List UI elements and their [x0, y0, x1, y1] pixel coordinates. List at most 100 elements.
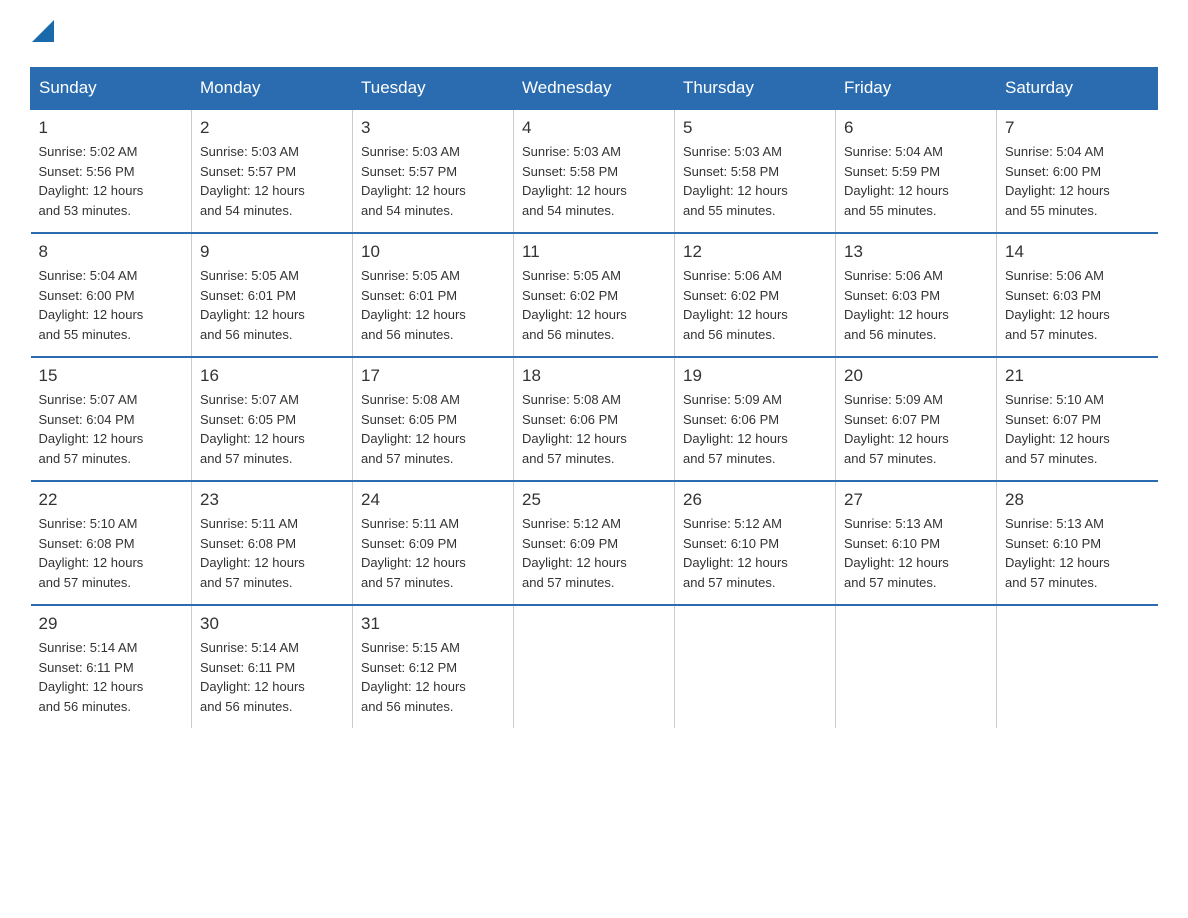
day-info: Sunrise: 5:06 AMSunset: 6:03 PMDaylight:…	[1005, 266, 1150, 344]
day-info: Sunrise: 5:02 AMSunset: 5:56 PMDaylight:…	[39, 142, 184, 220]
header-sunday: Sunday	[31, 68, 192, 110]
day-info: Sunrise: 5:03 AMSunset: 5:57 PMDaylight:…	[200, 142, 344, 220]
day-cell: 19 Sunrise: 5:09 AMSunset: 6:06 PMDayligh…	[675, 357, 836, 481]
day-cell: 28 Sunrise: 5:13 AMSunset: 6:10 PMDayligh…	[997, 481, 1158, 605]
day-cell	[514, 605, 675, 728]
week-row-2: 8 Sunrise: 5:04 AMSunset: 6:00 PMDaylight…	[31, 233, 1158, 357]
day-number: 19	[683, 366, 827, 386]
header-monday: Monday	[192, 68, 353, 110]
day-number: 22	[39, 490, 184, 510]
day-number: 6	[844, 118, 988, 138]
day-cell: 26Sunrise: 5:12 AMSunset: 6:10 PMDayligh…	[675, 481, 836, 605]
day-number: 17	[361, 366, 505, 386]
day-number: 16	[200, 366, 344, 386]
day-info: Sunrise: 5:09 AMSunset: 6:07 PMDaylight:…	[844, 390, 988, 468]
day-info: Sunrise: 5:03 AMSunset: 5:57 PMDaylight:…	[361, 142, 505, 220]
day-info: Sunrise: 5:04 AMSunset: 5:59 PMDaylight:…	[844, 142, 988, 220]
day-info: Sunrise: 5:10 AMSunset: 6:07 PMDaylight:…	[1005, 390, 1150, 468]
day-cell: 29 Sunrise: 5:14 AMSunset: 6:11 PMDayligh…	[31, 605, 192, 728]
day-cell: 5 Sunrise: 5:03 AMSunset: 5:58 PMDaylight…	[675, 109, 836, 233]
day-cell: 14 Sunrise: 5:06 AMSunset: 6:03 PMDayligh…	[997, 233, 1158, 357]
logo-triangle-icon	[32, 20, 54, 42]
day-number: 24	[361, 490, 505, 510]
day-number: 20	[844, 366, 988, 386]
day-cell: 30 Sunrise: 5:14 AMSunset: 6:11 PMDayligh…	[192, 605, 353, 728]
day-number: 1	[39, 118, 184, 138]
day-cell: 3 Sunrise: 5:03 AMSunset: 5:57 PMDaylight…	[353, 109, 514, 233]
day-cell	[836, 605, 997, 728]
day-cell: 9 Sunrise: 5:05 AMSunset: 6:01 PMDaylight…	[192, 233, 353, 357]
day-number: 4	[522, 118, 666, 138]
day-number: 31	[361, 614, 505, 634]
day-cell: 11 Sunrise: 5:05 AMSunset: 6:02 PMDayligh…	[514, 233, 675, 357]
day-number: 11	[522, 242, 666, 262]
day-cell: 2 Sunrise: 5:03 AMSunset: 5:57 PMDaylight…	[192, 109, 353, 233]
day-cell: 22 Sunrise: 5:10 AMSunset: 6:08 PMDayligh…	[31, 481, 192, 605]
day-cell: 27 Sunrise: 5:13 AMSunset: 6:10 PMDayligh…	[836, 481, 997, 605]
header-thursday: Thursday	[675, 68, 836, 110]
day-number: 9	[200, 242, 344, 262]
day-cell: 8 Sunrise: 5:04 AMSunset: 6:00 PMDaylight…	[31, 233, 192, 357]
day-cell: 23 Sunrise: 5:11 AMSunset: 6:08 PMDayligh…	[192, 481, 353, 605]
day-info: Sunrise: 5:07 AMSunset: 6:04 PMDaylight:…	[39, 390, 184, 468]
day-info: Sunrise: 5:04 AMSunset: 6:00 PMDaylight:…	[39, 266, 184, 344]
logo	[30, 20, 54, 47]
day-number: 7	[1005, 118, 1150, 138]
day-number: 2	[200, 118, 344, 138]
day-number: 30	[200, 614, 344, 634]
day-number: 15	[39, 366, 184, 386]
day-cell: 10Sunrise: 5:05 AMSunset: 6:01 PMDayligh…	[353, 233, 514, 357]
calendar-table: SundayMondayTuesdayWednesdayThursdayFrid…	[30, 67, 1158, 728]
day-info: Sunrise: 5:13 AMSunset: 6:10 PMDaylight:…	[1005, 514, 1150, 592]
day-cell: 6 Sunrise: 5:04 AMSunset: 5:59 PMDaylight…	[836, 109, 997, 233]
day-info: Sunrise: 5:03 AMSunset: 5:58 PMDaylight:…	[683, 142, 827, 220]
day-cell: 13Sunrise: 5:06 AMSunset: 6:03 PMDayligh…	[836, 233, 997, 357]
day-info: Sunrise: 5:09 AMSunset: 6:06 PMDaylight:…	[683, 390, 827, 468]
day-number: 5	[683, 118, 827, 138]
day-cell: 15 Sunrise: 5:07 AMSunset: 6:04 PMDayligh…	[31, 357, 192, 481]
day-number: 26	[683, 490, 827, 510]
day-info: Sunrise: 5:12 AMSunset: 6:09 PMDaylight:…	[522, 514, 666, 592]
day-number: 27	[844, 490, 988, 510]
day-number: 14	[1005, 242, 1150, 262]
day-number: 28	[1005, 490, 1150, 510]
week-row-4: 22 Sunrise: 5:10 AMSunset: 6:08 PMDayligh…	[31, 481, 1158, 605]
day-info: Sunrise: 5:11 AMSunset: 6:09 PMDaylight:…	[361, 514, 505, 592]
day-cell: 24 Sunrise: 5:11 AMSunset: 6:09 PMDayligh…	[353, 481, 514, 605]
page-header	[30, 20, 1158, 47]
day-cell: 18 Sunrise: 5:08 AMSunset: 6:06 PMDayligh…	[514, 357, 675, 481]
day-info: Sunrise: 5:04 AMSunset: 6:00 PMDaylight:…	[1005, 142, 1150, 220]
day-info: Sunrise: 5:14 AMSunset: 6:11 PMDaylight:…	[39, 638, 184, 716]
day-info: Sunrise: 5:11 AMSunset: 6:08 PMDaylight:…	[200, 514, 344, 592]
day-cell: 1 Sunrise: 5:02 AMSunset: 5:56 PMDaylight…	[31, 109, 192, 233]
day-cell	[997, 605, 1158, 728]
header-friday: Friday	[836, 68, 997, 110]
day-number: 3	[361, 118, 505, 138]
day-number: 8	[39, 242, 184, 262]
day-cell: 12 Sunrise: 5:06 AMSunset: 6:02 PMDayligh…	[675, 233, 836, 357]
day-info: Sunrise: 5:13 AMSunset: 6:10 PMDaylight:…	[844, 514, 988, 592]
day-info: Sunrise: 5:06 AMSunset: 6:02 PMDaylight:…	[683, 266, 827, 344]
day-info: Sunrise: 5:03 AMSunset: 5:58 PMDaylight:…	[522, 142, 666, 220]
day-cell: 4 Sunrise: 5:03 AMSunset: 5:58 PMDaylight…	[514, 109, 675, 233]
header-wednesday: Wednesday	[514, 68, 675, 110]
calendar-header-row: SundayMondayTuesdayWednesdayThursdayFrid…	[31, 68, 1158, 110]
day-cell: 21 Sunrise: 5:10 AMSunset: 6:07 PMDayligh…	[997, 357, 1158, 481]
day-number: 25	[522, 490, 666, 510]
header-saturday: Saturday	[997, 68, 1158, 110]
day-info: Sunrise: 5:06 AMSunset: 6:03 PMDaylight:…	[844, 266, 988, 344]
day-info: Sunrise: 5:05 AMSunset: 6:02 PMDaylight:…	[522, 266, 666, 344]
day-cell: 7 Sunrise: 5:04 AMSunset: 6:00 PMDaylight…	[997, 109, 1158, 233]
day-number: 29	[39, 614, 184, 634]
day-info: Sunrise: 5:10 AMSunset: 6:08 PMDaylight:…	[39, 514, 184, 592]
day-info: Sunrise: 5:05 AMSunset: 6:01 PMDaylight:…	[200, 266, 344, 344]
day-number: 18	[522, 366, 666, 386]
day-info: Sunrise: 5:08 AMSunset: 6:06 PMDaylight:…	[522, 390, 666, 468]
day-info: Sunrise: 5:15 AMSunset: 6:12 PMDaylight:…	[361, 638, 505, 716]
day-number: 23	[200, 490, 344, 510]
day-number: 21	[1005, 366, 1150, 386]
day-cell: 17Sunrise: 5:08 AMSunset: 6:05 PMDayligh…	[353, 357, 514, 481]
day-info: Sunrise: 5:14 AMSunset: 6:11 PMDaylight:…	[200, 638, 344, 716]
day-info: Sunrise: 5:07 AMSunset: 6:05 PMDaylight:…	[200, 390, 344, 468]
day-number: 12	[683, 242, 827, 262]
